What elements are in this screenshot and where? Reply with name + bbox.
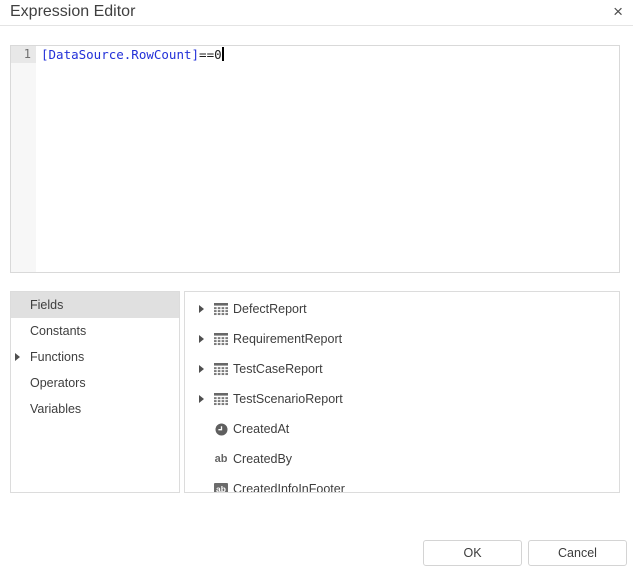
tree-item[interactable]: ab CreatedInfoInFooter [185, 474, 619, 493]
category-item-functions[interactable]: Functions [11, 344, 179, 370]
line-number: 1 [11, 46, 36, 63]
category-label: Constants [30, 324, 86, 338]
tree-item-label: CreatedBy [233, 452, 292, 466]
tree-item[interactable]: DefectReport [185, 294, 619, 324]
dialog-title: Expression Editor [10, 3, 135, 21]
tree-item[interactable]: RequirementReport [185, 324, 619, 354]
table-icon [213, 294, 229, 324]
expression-code-editor[interactable]: 1 [DataSource.RowCount]==0 [10, 45, 620, 273]
tree-item[interactable]: CreatedAt [185, 414, 619, 444]
tree-item-label: TestCaseReport [233, 362, 323, 376]
tree-item-label: CreatedAt [233, 422, 289, 436]
close-icon[interactable]: × [610, 1, 626, 23]
cancel-button[interactable]: Cancel [528, 540, 627, 566]
expand-arrow-icon[interactable] [199, 395, 204, 403]
category-item-operators[interactable]: Operators [11, 370, 179, 396]
table-icon [213, 324, 229, 354]
table-icon [213, 384, 229, 414]
category-item-constants[interactable]: Constants [11, 318, 179, 344]
expand-arrow-icon[interactable] [199, 305, 204, 313]
category-item-fields[interactable]: Fields [11, 292, 179, 318]
category-label: Fields [30, 298, 63, 312]
code-operator-token: ==0 [199, 47, 222, 62]
dialog-titlebar: Expression Editor × [0, 0, 633, 25]
string-icon: ab [213, 444, 229, 474]
string-box-icon: ab [213, 474, 229, 493]
category-label: Variables [30, 402, 81, 416]
code-line: [DataSource.RowCount]==0 [41, 47, 619, 64]
tree-item[interactable]: ab CreatedBy [185, 444, 619, 474]
editor-gutter: 1 [11, 46, 36, 272]
code-area[interactable]: [DataSource.RowCount]==0 [36, 46, 619, 272]
expression-editor-dialog: Expression Editor × 1 [DataSource.RowCou… [0, 0, 633, 577]
ok-button[interactable]: OK [423, 540, 522, 566]
table-icon [213, 354, 229, 384]
tree-item-label: RequirementReport [233, 332, 342, 346]
title-divider [0, 25, 633, 26]
fields-panel: DefectReport RequirementReport TestCaseRep… [184, 291, 620, 493]
category-item-variables[interactable]: Variables [11, 396, 179, 422]
tree-item[interactable]: TestCaseReport [185, 354, 619, 384]
text-caret [222, 47, 224, 61]
code-field-token: [DataSource.RowCount] [41, 47, 199, 62]
category-list: Fields Constants Functions Operators Variabl… [10, 291, 180, 493]
category-label: Functions [30, 350, 84, 364]
expand-arrow-icon[interactable] [15, 353, 20, 361]
tree-item-label: DefectReport [233, 302, 307, 316]
expand-arrow-icon[interactable] [199, 365, 204, 373]
tree-item-label: CreatedInfoInFooter [233, 482, 345, 493]
tree-item-label: TestScenarioReport [233, 392, 343, 406]
fields-tree: DefectReport RequirementReport TestCaseRep… [185, 292, 619, 493]
category-label: Operators [30, 376, 86, 390]
expand-arrow-icon[interactable] [199, 335, 204, 343]
tree-item[interactable]: TestScenarioReport [185, 384, 619, 414]
datetime-icon [213, 414, 229, 444]
